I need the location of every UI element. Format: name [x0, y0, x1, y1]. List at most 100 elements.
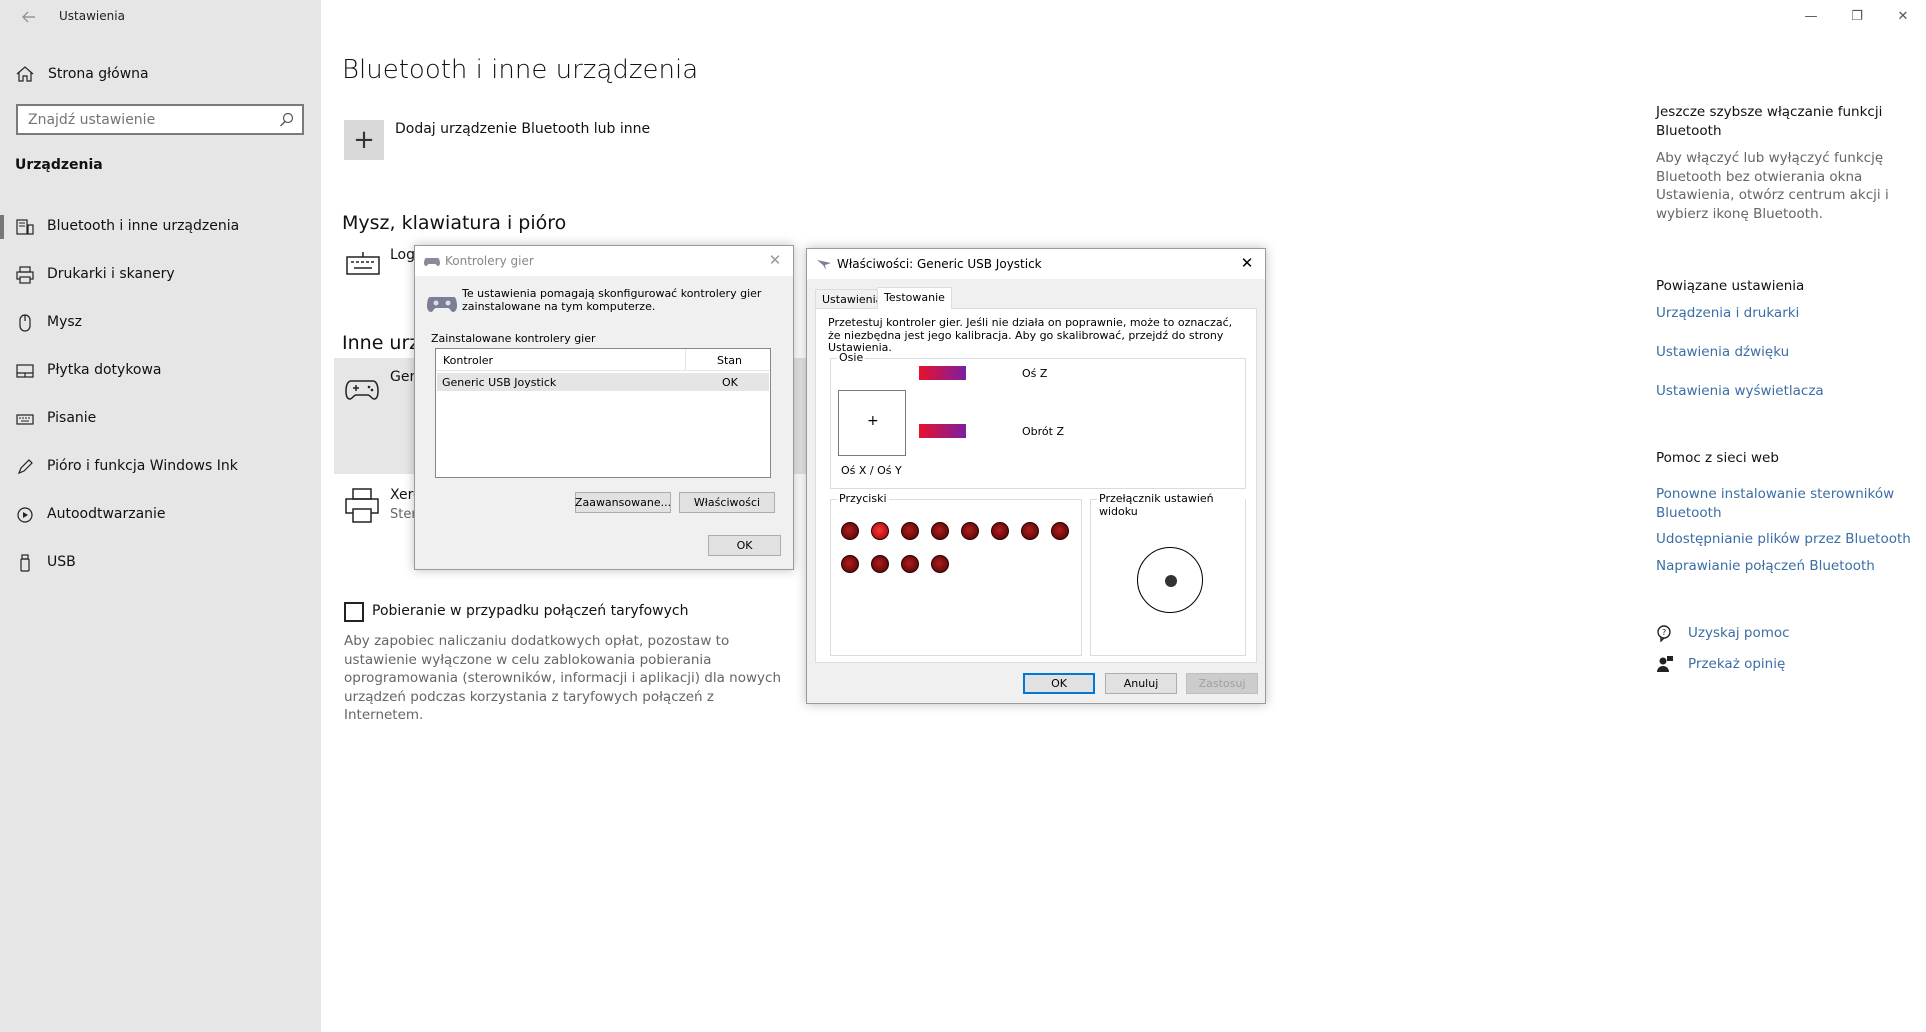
sidebar-item-autoplay[interactable]: Autoodtwarzanie	[0, 498, 321, 532]
ok-button[interactable]: OK	[1023, 673, 1095, 694]
joystick-button-8	[1051, 522, 1069, 540]
column-controller[interactable]: Kontroler	[443, 354, 493, 367]
search-icon	[280, 112, 294, 127]
sidebar-item-touchpad[interactable]: Płytka dotykowa	[0, 354, 321, 388]
rotation-z-bar	[919, 424, 966, 438]
bluetooth-devices-icon	[16, 219, 34, 235]
keyboard-device-name[interactable]: Log	[390, 247, 415, 263]
home-nav-item[interactable]: Strona główna	[0, 60, 321, 88]
testing-description: Przetestuj kontroler gier. Jeśli nie dzi…	[828, 316, 1233, 354]
tab-testing[interactable]: Testowanie	[877, 287, 952, 309]
buttons-caption: Przyciski	[837, 492, 889, 505]
autoplay-icon	[17, 507, 33, 523]
advanced-button[interactable]: Zaawansowane...	[575, 492, 671, 513]
feedback-person-icon	[1657, 656, 1673, 672]
window-controls: — ❐ ✕	[1788, 0, 1926, 32]
sidebar-item-label: Drukarki i skanery	[47, 266, 175, 282]
sidebar-item-typing[interactable]: Pisanie	[0, 402, 321, 436]
joystick-button-4	[931, 522, 949, 540]
metered-download-label[interactable]: Pobieranie w przypadku połączeń taryfowy…	[372, 603, 689, 619]
ok-button[interactable]: OK	[708, 535, 781, 556]
sidebar-item-label: Autoodtwarzanie	[47, 506, 166, 522]
get-help-link[interactable]: ? Uzyskaj pomoc	[1656, 624, 1790, 642]
sidebar: Ustawienia Strona główna Urządzenia Blue…	[0, 0, 321, 1032]
link-devices-printers[interactable]: Urządzenia i drukarki	[1656, 304, 1916, 323]
xy-axis-label: Oś X / Oś Y	[841, 464, 902, 477]
dialog-titlebar: Kontrolery gier ✕	[415, 246, 793, 276]
metered-download-description: Aby zapobiec naliczaniu dodatkowych opła…	[344, 633, 782, 723]
pen-icon	[17, 459, 33, 475]
add-device-button[interactable]: +	[344, 120, 384, 160]
joystick-button-5	[961, 522, 979, 540]
keyboard-icon	[16, 414, 34, 425]
controller-status: OK	[722, 376, 738, 389]
maximize-button[interactable]: ❐	[1834, 0, 1880, 32]
dialog-close-button[interactable]: ✕	[1235, 252, 1259, 274]
add-device-label[interactable]: Dodaj urządzenie Bluetooth lub inne	[395, 121, 650, 137]
game-controllers-dialog: Kontrolery gier ✕ Te ustawienia pomagają…	[414, 245, 794, 570]
cancel-button[interactable]: Anuluj	[1105, 673, 1177, 694]
keyboard-device-icon	[346, 252, 380, 275]
link-sound-settings[interactable]: Ustawienia dźwięku	[1656, 343, 1916, 362]
back-button[interactable]	[14, 6, 44, 28]
joystick-button-10	[871, 555, 889, 573]
mouse-icon	[19, 314, 31, 332]
axis-z-bar	[919, 366, 966, 380]
joystick-icon	[424, 258, 440, 266]
list-header: Kontroler Stan	[436, 349, 770, 371]
search-box[interactable]	[16, 104, 304, 135]
help-chat-icon: ?	[1657, 625, 1671, 642]
sidebar-item-printers[interactable]: Drukarki i skanery	[0, 258, 321, 292]
feedback-link[interactable]: Przekaż opinię	[1656, 655, 1785, 673]
pov-hat-indicator	[1137, 547, 1203, 613]
link-fix-bt-connections[interactable]: Naprawianie połączeń Bluetooth	[1656, 557, 1916, 576]
axes-caption: Osie	[837, 351, 866, 364]
sidebar-item-label: Płytka dotykowa	[47, 362, 162, 378]
joystick-button-1	[841, 522, 859, 540]
joystick-button-11	[901, 555, 919, 573]
controllers-list[interactable]: Kontroler Stan Generic USB Joystick OK	[435, 348, 771, 478]
properties-button[interactable]: Właściwości	[679, 492, 775, 513]
related-settings-heading: Powiązane ustawienia	[1656, 278, 1805, 294]
controller-name: Generic USB Joystick	[442, 376, 557, 389]
dialog-close-button[interactable]: ✕	[763, 249, 787, 271]
link-reinstall-bt-drivers[interactable]: Ponowne instalowanie sterowników Bluetoo…	[1656, 485, 1916, 522]
sidebar-item-label: Pióro i funkcja Windows Ink	[47, 458, 238, 474]
section-title: Urządzenia	[15, 157, 103, 173]
gamepad-icon	[345, 380, 379, 400]
testing-panel: Przetestuj kontroler gier. Jeśli nie dzi…	[815, 308, 1257, 663]
sidebar-item-label: Bluetooth i inne urządzenia	[47, 218, 240, 234]
table-row[interactable]: Generic USB Joystick OK	[437, 373, 769, 391]
pov-center-dot	[1165, 575, 1177, 587]
link-display-settings[interactable]: Ustawienia wyświetlacza	[1656, 382, 1916, 401]
home-label: Strona główna	[48, 66, 149, 82]
installed-controllers-caption: Zainstalowane kontrolery gier	[429, 332, 598, 345]
joystick-button-9	[841, 555, 859, 573]
metered-download-checkbox[interactable]	[344, 602, 364, 622]
printer-device-icon	[345, 488, 379, 523]
sidebar-item-bluetooth[interactable]: Bluetooth i inne urządzenia	[0, 210, 321, 244]
sidebar-item-mouse[interactable]: Mysz	[0, 306, 321, 340]
bt-tip-heading: Jeszcze szybsze włączanie funkcji Blueto…	[1656, 104, 1883, 139]
sidebar-item-label: Pisanie	[47, 410, 97, 426]
axis-z-label: Oś Z	[1022, 367, 1048, 380]
search-input[interactable]	[28, 112, 258, 128]
column-status[interactable]: Stan	[717, 354, 742, 367]
svg-text:?: ?	[1662, 628, 1666, 637]
controllers-info-text: Te ustawienia pomagają skonfigurować kon…	[462, 287, 762, 313]
close-button[interactable]: ✕	[1880, 0, 1926, 32]
web-help-heading: Pomoc z sieci web	[1656, 450, 1779, 466]
pov-caption: Przełącznik ustawień widoku	[1097, 492, 1245, 518]
home-icon	[16, 66, 34, 82]
joystick-button-12	[931, 555, 949, 573]
link-share-files-bt[interactable]: Udostępnianie plików przez Bluetooth	[1656, 530, 1916, 549]
app-title: Ustawienia	[59, 9, 125, 23]
minimize-button[interactable]: —	[1788, 0, 1834, 32]
sidebar-item-usb[interactable]: USB	[0, 546, 321, 580]
axes-group: Osie Oś Z + Obrót Z Oś X / Oś Y	[830, 351, 1246, 489]
back-arrow-icon	[22, 11, 35, 23]
plus-icon: +	[353, 125, 375, 155]
sidebar-item-pen[interactable]: Pióro i funkcja Windows Ink	[0, 450, 321, 484]
touchpad-icon	[16, 364, 34, 378]
apply-button[interactable]: Zastosuj	[1186, 673, 1258, 694]
